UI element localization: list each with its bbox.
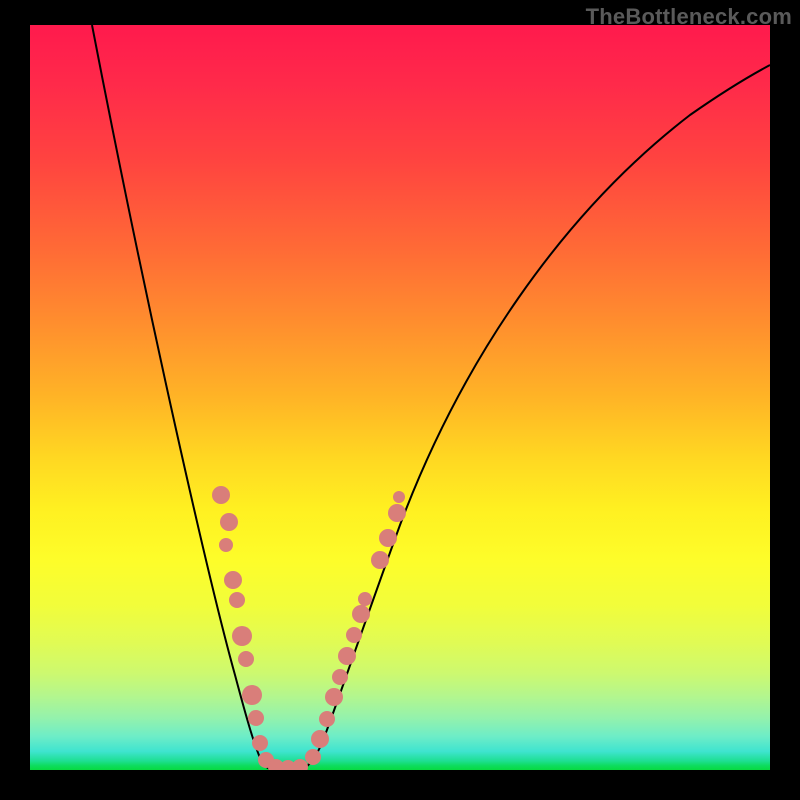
bead-point — [346, 627, 362, 643]
bottleneck-curve — [92, 25, 770, 770]
chart-svg — [30, 25, 770, 770]
bead-point — [352, 605, 370, 623]
bead-point — [332, 669, 348, 685]
bead-point — [388, 504, 406, 522]
bead-point — [232, 626, 252, 646]
bead-point — [220, 513, 238, 531]
bead-point — [292, 759, 308, 770]
bead-point — [325, 688, 343, 706]
bead-point — [319, 711, 335, 727]
bead-point — [371, 551, 389, 569]
bead-point — [311, 730, 329, 748]
bead-point — [219, 538, 233, 552]
bead-point — [338, 647, 356, 665]
bead-point — [229, 592, 245, 608]
bead-point — [252, 735, 268, 751]
chart-frame — [30, 25, 770, 770]
bead-point — [242, 685, 262, 705]
beads-group — [212, 486, 406, 770]
bead-point — [379, 529, 397, 547]
bead-point — [305, 749, 321, 765]
bead-point — [212, 486, 230, 504]
bead-point — [224, 571, 242, 589]
bead-point — [248, 710, 264, 726]
bead-point — [358, 592, 372, 606]
bead-point — [393, 491, 405, 503]
bead-point — [238, 651, 254, 667]
